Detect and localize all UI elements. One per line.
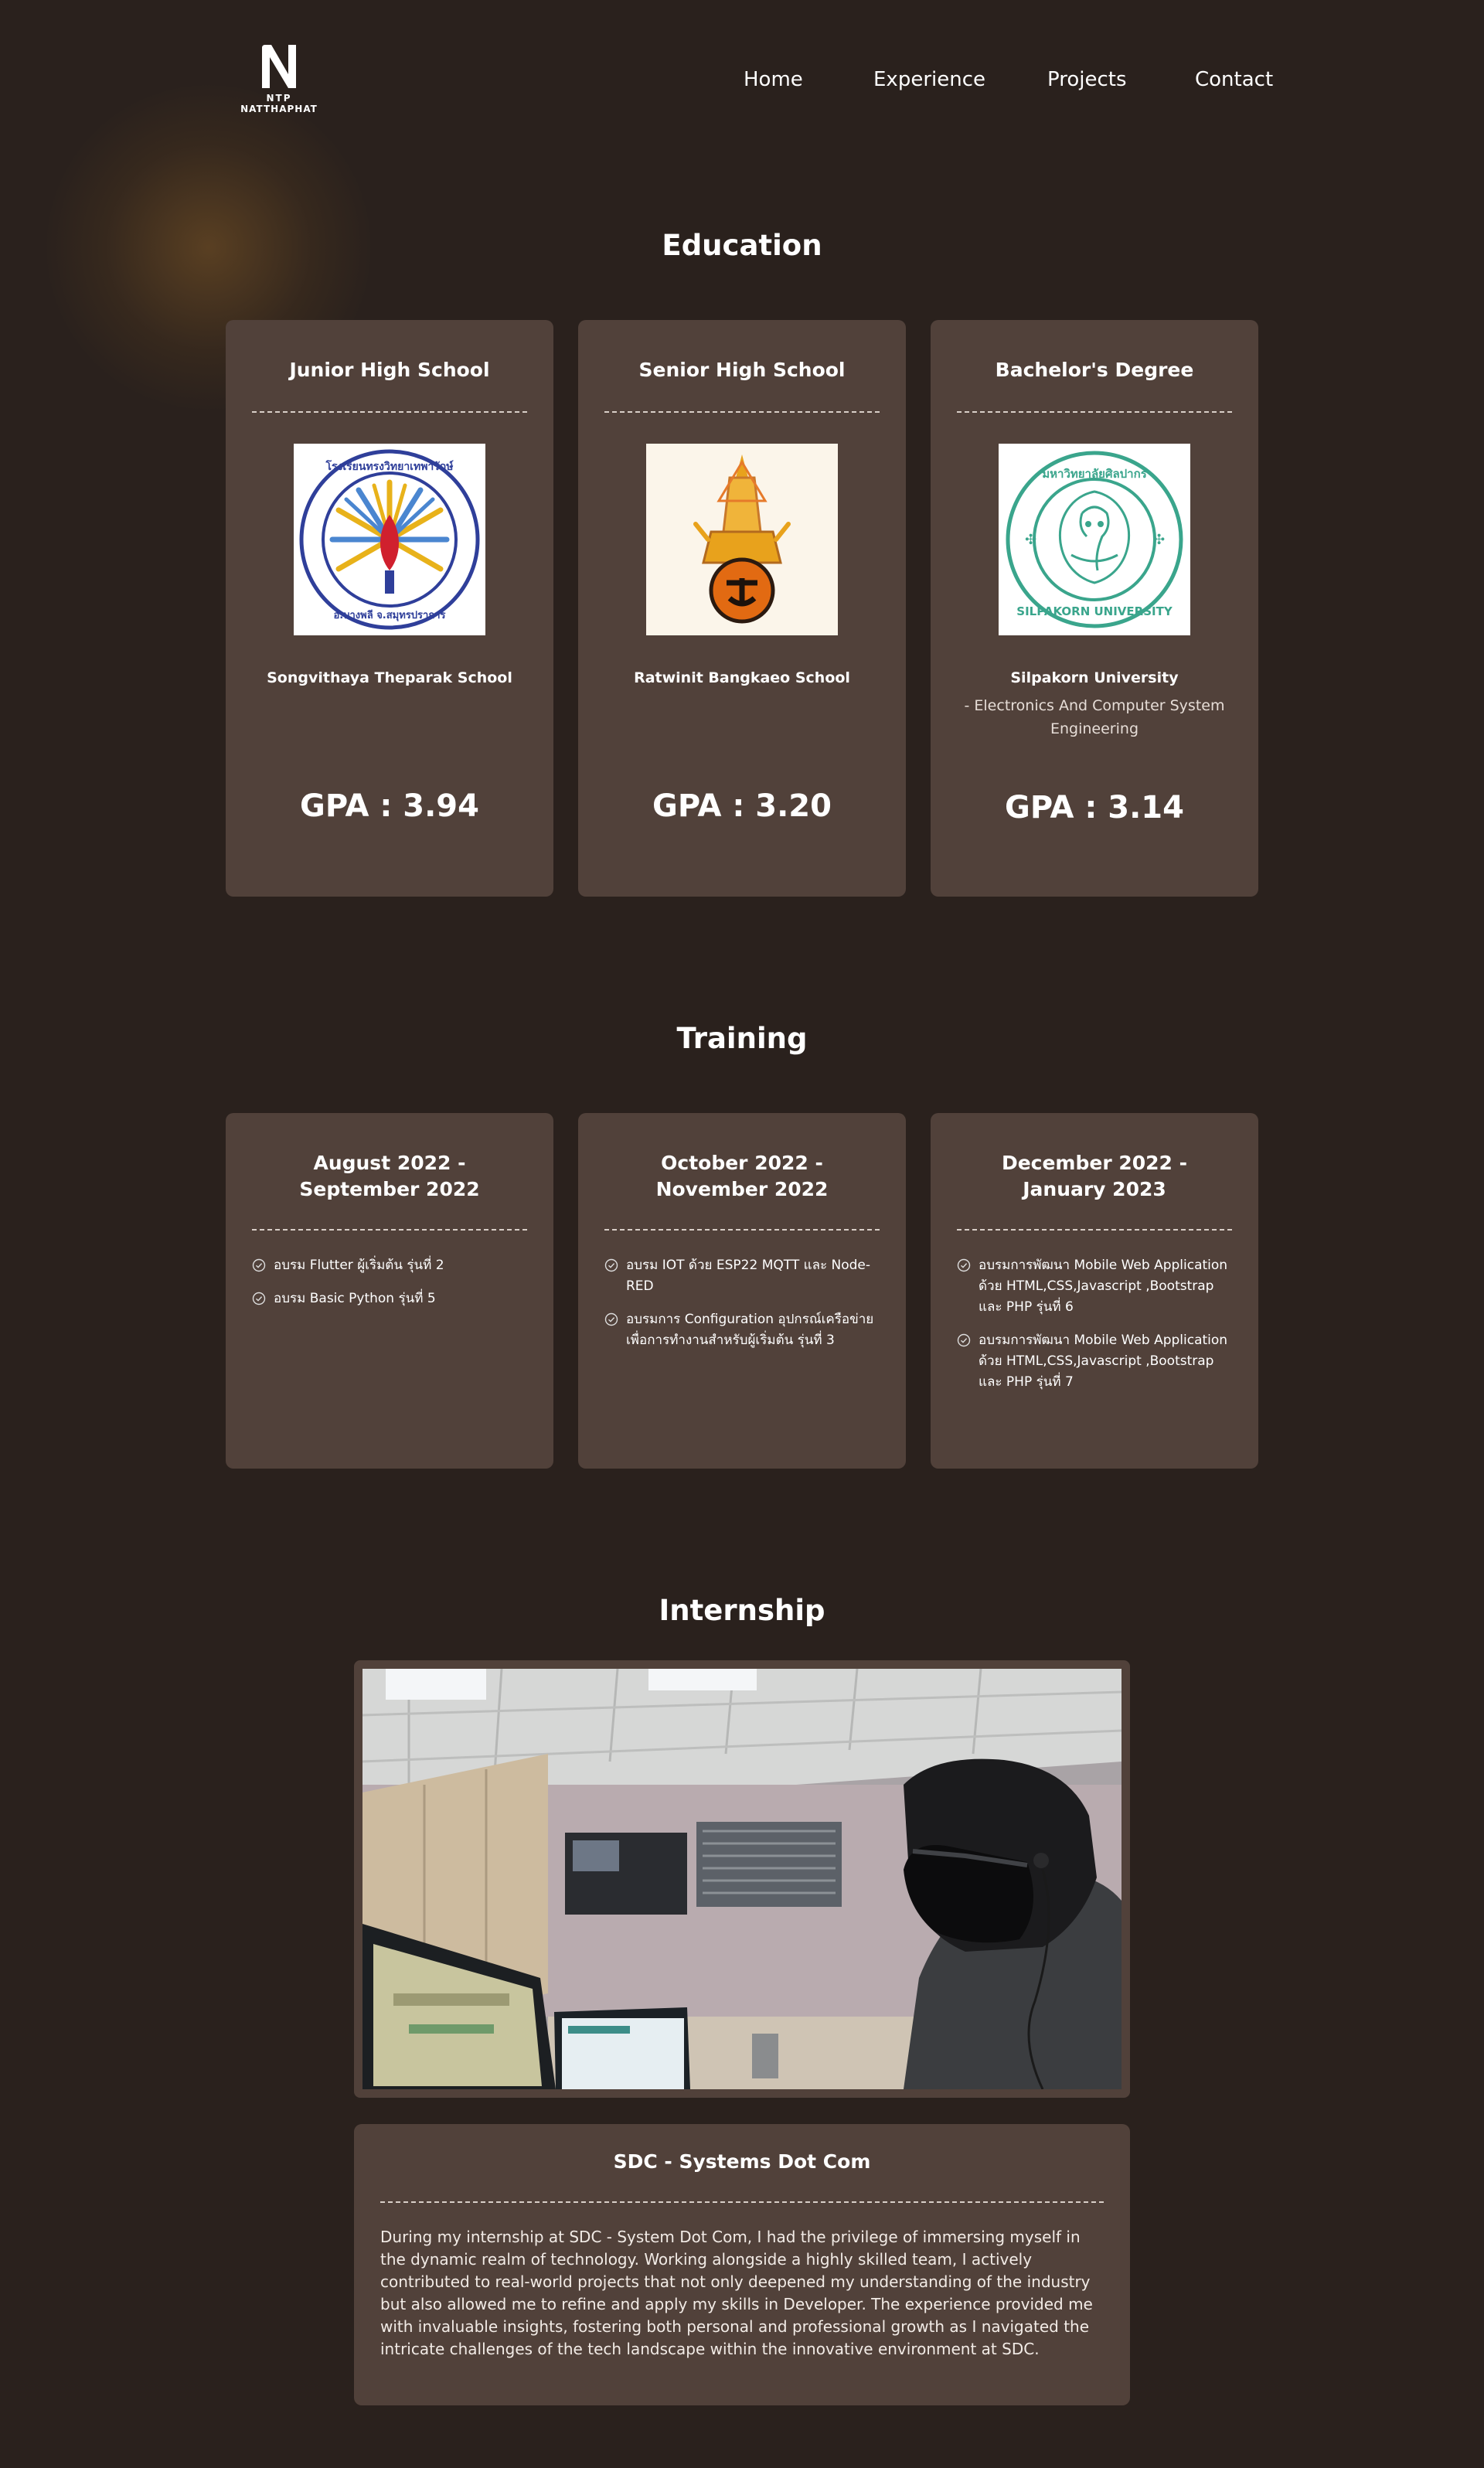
svg-text:มหาวิทยาลัยศิลปากร: มหาวิทยาลัยศิลปากร [1042, 467, 1147, 481]
training-item-text: อบรม IOT ด้วย ESP22 MQTT และ Node-RED [626, 1258, 871, 1294]
school-logo-ratwinit [646, 444, 838, 635]
check-circle-icon [252, 1258, 266, 1272]
education-card-senior: Senior High School Ratwinit Bangkaeo Sch… [578, 320, 906, 897]
university-seal-icon: มหาวิทยาลัยศิลปากร SILPAKORN UNIVERSITY … [1006, 451, 1183, 628]
school-name: Silpakorn University [1010, 669, 1179, 686]
training-list: อบรม Flutter ผู้เริ่มต้น รุ่นที่ 2 อบรม … [252, 1255, 527, 1322]
school-name: Songvithaya Theparak School [267, 669, 512, 686]
svg-text:อ.บางพลี จ.สมุทรปราการ: อ.บางพลี จ.สมุทรปราการ [333, 609, 445, 621]
check-circle-icon [604, 1258, 618, 1272]
school-logo-silpakorn: มหาวิทยาลัยศิลปากร SILPAKORN UNIVERSITY … [999, 444, 1190, 635]
svg-text:SILPAKORN UNIVERSITY: SILPAKORN UNIVERSITY [1016, 604, 1173, 618]
education-level: Senior High School [638, 359, 846, 381]
divider [252, 411, 527, 413]
training-period: October 2022 - November 2022 [578, 1150, 906, 1203]
training-item: อบรมการพัฒนา Mobile Web Application ด้วย… [957, 1255, 1232, 1318]
training-item: อบรม IOT ด้วย ESP22 MQTT และ Node-RED [604, 1255, 880, 1297]
divider [252, 1229, 527, 1231]
divider [380, 2201, 1104, 2203]
training-item-text: อบรมการ Configuration อุปกรณ์เครือข่ายเพ… [626, 1312, 874, 1348]
brand-name: NATTHAPHAT [240, 104, 318, 114]
training-card: December 2022 - January 2023 อบรมการพัฒน… [931, 1113, 1258, 1469]
training-item: อบรม Basic Python รุ่นที่ 5 [252, 1288, 527, 1309]
gpa-value: GPA : 3.14 [1005, 790, 1184, 826]
svg-text:โรงเรียนทรงวิทยาเทพารักษ์: โรงเรียนทรงวิทยาเทพารักษ์ [325, 459, 453, 473]
training-item-text: อบรม Basic Python รุ่นที่ 5 [274, 1291, 436, 1306]
education-level: Bachelor's Degree [995, 359, 1194, 381]
main-nav: Home Experience Projects Contact [0, 68, 1484, 99]
period-start: December 2022 - [1001, 1152, 1188, 1174]
period-end: November 2022 [655, 1178, 829, 1200]
nav-projects[interactable]: Projects [1047, 68, 1127, 91]
training-item-text: อบรม Flutter ผู้เริ่มต้น รุ่นที่ 2 [274, 1258, 444, 1273]
internship-card: SDC - Systems Dot Com During my internsh… [354, 2124, 1130, 2405]
internship-photo-frame [354, 1660, 1130, 2098]
training-item: อบรม Flutter ผู้เริ่มต้น รุ่นที่ 2 [252, 1255, 527, 1276]
education-level: Junior High School [289, 359, 490, 381]
company-name: SDC - Systems Dot Com [613, 2150, 871, 2173]
education-card-junior: Junior High School โรงเรียนทรงวิทยาเทพาร… [226, 320, 553, 897]
training-period: December 2022 - January 2023 [931, 1150, 1258, 1203]
check-circle-icon [957, 1333, 971, 1347]
education-card-bachelor: Bachelor's Degree มหาวิทยาลัยศิลปากร SIL… [931, 320, 1258, 897]
major-name: - Electronics And Computer System Engine… [964, 697, 1225, 737]
period-end: January 2023 [1023, 1178, 1166, 1200]
training-item-text: อบรมการพัฒนา Mobile Web Application ด้วย… [979, 1333, 1228, 1390]
period-end: September 2022 [299, 1178, 480, 1200]
divider [604, 1229, 880, 1231]
school-crest-icon: โรงเรียนทรงวิทยาเทพารักษ์ อ.บางพลี จ.สมุ… [299, 449, 480, 630]
training-period: August 2022 - September 2022 [226, 1150, 553, 1203]
office-photo-illustration [362, 1669, 1122, 2089]
divider [957, 1229, 1232, 1231]
training-card: August 2022 - September 2022 อบรม Flutte… [226, 1113, 553, 1469]
period-start: October 2022 - [661, 1152, 823, 1174]
nav-home[interactable]: Home [744, 68, 803, 91]
divider [604, 411, 880, 413]
internship-photo [362, 1669, 1122, 2089]
svg-text:✣: ✣ [1025, 532, 1036, 548]
check-circle-icon [604, 1312, 618, 1326]
check-circle-icon [957, 1258, 971, 1272]
education-heading: Education [662, 229, 822, 262]
internship-description: During my internship at SDC - System Dot… [380, 2228, 1093, 2358]
school-name: Ratwinit Bangkaeo School [634, 669, 850, 686]
check-circle-icon [252, 1292, 266, 1305]
training-card: October 2022 - November 2022 อบรม IOT ด้… [578, 1113, 906, 1469]
training-heading: Training [676, 1022, 808, 1055]
site-header: NTP NATTHAPHAT Home Experience Projects … [0, 0, 1484, 155]
school-emblem-icon [693, 454, 791, 624]
internship-heading: Internship [659, 1594, 825, 1627]
svg-text:✣: ✣ [1153, 532, 1165, 548]
training-item-text: อบรมการพัฒนา Mobile Web Application ด้วย… [979, 1258, 1228, 1315]
training-list: อบรมการพัฒนา Mobile Web Application ด้วย… [957, 1255, 1232, 1405]
divider [957, 411, 1232, 413]
nav-contact[interactable]: Contact [1195, 68, 1273, 91]
gpa-value: GPA : 3.94 [300, 788, 479, 824]
period-start: August 2022 - [313, 1152, 466, 1174]
training-list: อบรม IOT ด้วย ESP22 MQTT และ Node-RED อบ… [604, 1255, 880, 1363]
nav-experience[interactable]: Experience [873, 68, 985, 91]
gpa-value: GPA : 3.20 [652, 788, 832, 824]
training-item: อบรมการพัฒนา Mobile Web Application ด้วย… [957, 1330, 1232, 1393]
school-logo-songvithaya: โรงเรียนทรงวิทยาเทพารักษ์ อ.บางพลี จ.สมุ… [294, 444, 485, 635]
training-item: อบรมการ Configuration อุปกรณ์เครือข่ายเพ… [604, 1309, 880, 1351]
